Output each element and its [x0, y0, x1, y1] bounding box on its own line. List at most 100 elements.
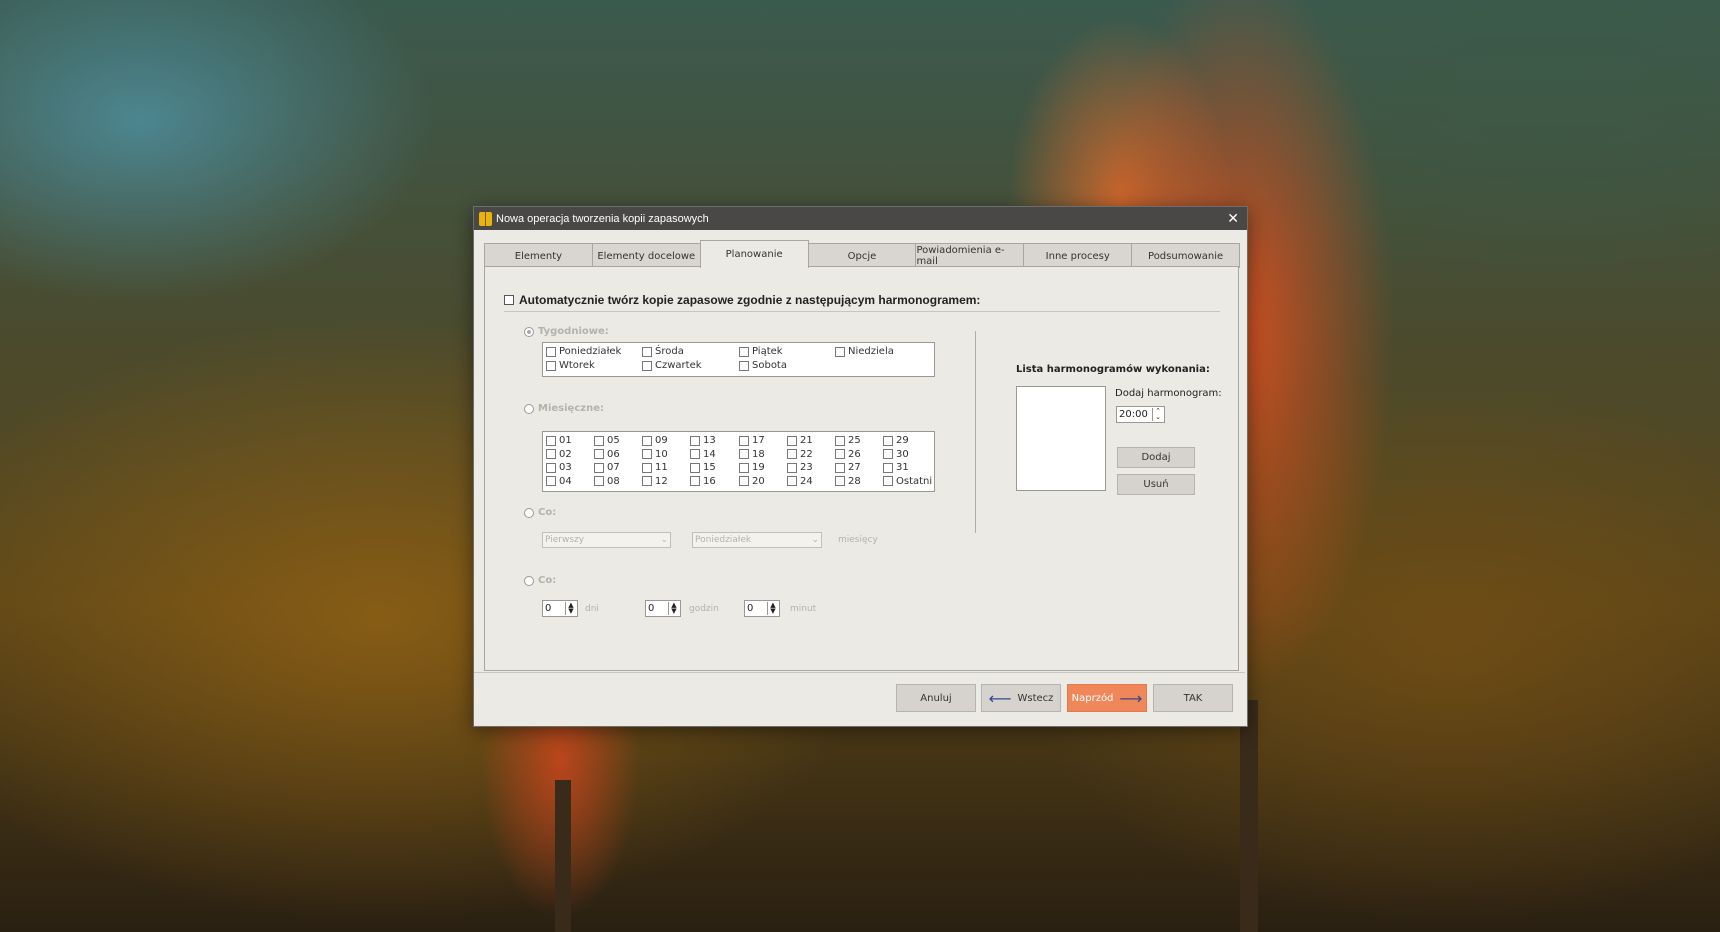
month-day-ostatni[interactable]: Ostatni — [883, 476, 932, 487]
checkbox[interactable] — [546, 435, 556, 446]
month-day-22[interactable]: 22 — [787, 449, 813, 460]
checkbox[interactable] — [642, 476, 652, 486]
remove-schedule-button[interactable]: Usuń — [1117, 474, 1195, 495]
checkbox[interactable] — [739, 360, 749, 371]
checkbox[interactable] — [546, 346, 556, 357]
month-day-15[interactable]: 15 — [690, 462, 716, 473]
checkbox[interactable] — [739, 346, 749, 357]
month-day-19[interactable]: 19 — [739, 462, 765, 473]
close-button[interactable]: ✕ — [1227, 210, 1239, 227]
checkbox[interactable] — [835, 435, 845, 446]
month-day-14[interactable]: 14 — [690, 449, 716, 460]
minutes-spinner[interactable]: 0 ▲ ▼ — [744, 600, 780, 617]
every-interval-option[interactable]: Co: — [524, 575, 556, 586]
tab-elementy[interactable]: Elementy — [484, 243, 593, 268]
monthly-option[interactable]: Miesięczne: — [524, 403, 604, 414]
checkbox[interactable] — [642, 346, 652, 357]
checkbox[interactable] — [546, 360, 556, 371]
tab-podsumowanie[interactable]: Podsumowanie — [1131, 243, 1241, 268]
checkbox[interactable] — [546, 449, 556, 459]
month-day-24[interactable]: 24 — [787, 476, 813, 487]
day-thursday[interactable]: Czwartek — [642, 360, 702, 371]
add-schedule-button[interactable]: Dodaj — [1117, 447, 1195, 468]
checkbox[interactable] — [883, 476, 893, 486]
checkbox[interactable] — [642, 360, 652, 371]
hours-spinner[interactable]: 0 ▲ ▼ — [645, 600, 681, 617]
checkbox[interactable] — [739, 476, 749, 486]
checkbox[interactable] — [883, 435, 893, 446]
month-day-02[interactable]: 02 — [546, 449, 572, 460]
checkbox[interactable] — [787, 462, 797, 473]
every-interval-radio[interactable] — [524, 575, 534, 586]
day-saturday[interactable]: Sobota — [739, 360, 787, 371]
spinner-arrows-icon[interactable]: ▲ ▼ — [767, 602, 778, 615]
time-input[interactable]: 20:00 ⌃ ⌄ — [1116, 406, 1165, 423]
checkbox[interactable] — [787, 476, 797, 486]
month-day-04[interactable]: 04 — [546, 476, 572, 487]
month-day-09[interactable]: 09 — [642, 435, 668, 446]
checkbox[interactable] — [787, 435, 797, 446]
checkbox[interactable] — [787, 449, 797, 459]
checkbox[interactable] — [739, 462, 749, 473]
month-day-20[interactable]: 20 — [739, 476, 765, 487]
checkbox[interactable] — [642, 435, 652, 446]
next-button[interactable]: Naprzód ⟶ — [1067, 684, 1147, 712]
checkbox[interactable] — [594, 435, 604, 446]
checkbox[interactable] — [546, 476, 556, 486]
checkbox[interactable] — [835, 449, 845, 459]
checkbox[interactable] — [835, 462, 845, 473]
checkbox[interactable] — [883, 462, 893, 473]
month-day-10[interactable]: 10 — [642, 449, 668, 460]
weekly-radio[interactable] — [524, 326, 534, 337]
month-day-30[interactable]: 30 — [883, 449, 909, 460]
checkbox[interactable] — [739, 449, 749, 459]
auto-schedule-checkbox[interactable] — [504, 295, 514, 305]
month-day-18[interactable]: 18 — [739, 449, 765, 460]
back-button[interactable]: ⟵ Wstecz — [981, 684, 1061, 712]
tab-elementy-docelowe[interactable]: Elementy docelowe — [591, 243, 701, 268]
month-day-25[interactable]: 25 — [835, 435, 861, 446]
auto-schedule-option[interactable]: Automatycznie twórz kopie zapasowe zgodn… — [504, 293, 980, 307]
tab-planowanie[interactable]: Planowanie — [699, 240, 809, 268]
day-monday[interactable]: Poniedziałek — [546, 346, 621, 357]
title-bar[interactable]: Nowa operacja tworzenia kopii zapasowych… — [474, 207, 1247, 230]
month-day-31[interactable]: 31 — [883, 462, 909, 473]
ok-button[interactable]: TAK — [1153, 684, 1233, 712]
ordinal-select[interactable]: Pierwszy ⌄ — [542, 532, 671, 548]
checkbox[interactable] — [594, 476, 604, 486]
month-day-16[interactable]: 16 — [690, 476, 716, 487]
day-tuesday[interactable]: Wtorek — [546, 360, 595, 371]
checkbox[interactable] — [642, 462, 652, 473]
spinner-arrows-icon[interactable]: ▲ ▼ — [668, 602, 679, 615]
checkbox[interactable] — [883, 449, 893, 459]
tab-powiadomienia[interactable]: Powiadomienia e-mail — [915, 243, 1025, 268]
monthly-radio[interactable] — [524, 403, 534, 414]
month-day-27[interactable]: 27 — [835, 462, 861, 473]
day-wednesday[interactable]: Środa — [642, 346, 684, 357]
schedule-list[interactable] — [1016, 386, 1106, 491]
day-friday[interactable]: Piątek — [739, 346, 783, 357]
checkbox[interactable] — [690, 476, 700, 486]
checkbox[interactable] — [690, 449, 700, 459]
weekday-select[interactable]: Poniedziałek ⌄ — [692, 532, 822, 548]
tab-opcje[interactable]: Opcje — [807, 243, 917, 268]
checkbox[interactable] — [642, 449, 652, 459]
month-day-03[interactable]: 03 — [546, 462, 572, 473]
days-spinner[interactable]: 0 ▲ ▼ — [542, 600, 578, 617]
checkbox[interactable] — [690, 462, 700, 473]
tab-inne-procesy[interactable]: Inne procesy — [1023, 243, 1133, 268]
month-day-05[interactable]: 05 — [594, 435, 620, 446]
month-day-26[interactable]: 26 — [835, 449, 861, 460]
month-day-23[interactable]: 23 — [787, 462, 813, 473]
checkbox[interactable] — [835, 476, 845, 486]
day-sunday[interactable]: Niedziela — [835, 346, 894, 357]
month-day-12[interactable]: 12 — [642, 476, 668, 487]
month-day-17[interactable]: 17 — [739, 435, 765, 446]
spinner-arrows-icon[interactable]: ⌃ ⌄ — [1152, 408, 1163, 421]
checkbox[interactable] — [835, 346, 845, 357]
month-day-29[interactable]: 29 — [883, 435, 909, 446]
checkbox[interactable] — [594, 462, 604, 473]
month-day-28[interactable]: 28 — [835, 476, 861, 487]
checkbox[interactable] — [594, 449, 604, 459]
weekly-option[interactable]: Tygodniowe: — [524, 326, 609, 337]
